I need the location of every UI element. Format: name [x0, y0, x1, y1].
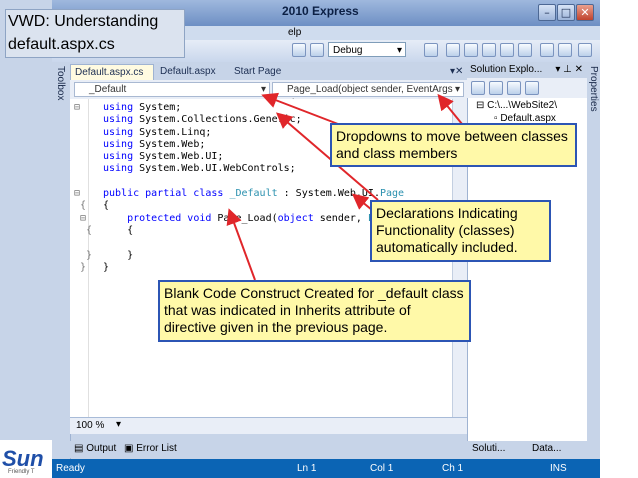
status-col: Col 1: [370, 463, 394, 474]
slide-title: VWD: Understanding default.aspx.cs: [5, 9, 185, 58]
collapse-icon: ⊟: [476, 100, 488, 111]
solution-explorer-icon[interactable]: [464, 43, 478, 57]
code-line-3: System.Linq;: [139, 126, 212, 138]
class-dropdown[interactable]: _Default ▾: [74, 82, 270, 97]
toolbox-icon[interactable]: [500, 43, 514, 57]
status-bar: Ready Ln 1 Col 1 Ch 1 INS: [52, 459, 600, 478]
error-list-tab-label: Error List: [136, 443, 177, 454]
properties-icon[interactable]: [482, 43, 496, 57]
toolbox-tab[interactable]: Toolbox: [55, 66, 66, 100]
slide-title-line-2: default.aspx.cs: [8, 36, 115, 53]
class-name: _Default: [229, 188, 278, 200]
navigation-bar: _Default ▾ Page_Load(object sender, Even…: [70, 80, 467, 109]
code-line-6: System.Web.UI.WebControls;: [139, 163, 296, 175]
window-title: 2010 Express: [282, 4, 359, 18]
pin-icon[interactable]: ▾ ⊥ ✕: [555, 62, 583, 78]
chevron-down-icon[interactable]: ▾: [116, 419, 121, 430]
chevron-down-icon: ▾: [260, 84, 266, 95]
output-tab-label: Output: [86, 443, 117, 454]
database-tab-label: Data...: [532, 443, 562, 454]
code-line-1: System;: [139, 102, 182, 113]
properties-icon[interactable]: [471, 81, 485, 95]
tree-root-label: C:\...\WebSite2\: [487, 100, 558, 111]
callout-declarations: Declarations Indicating Functionality (c…: [370, 200, 551, 262]
error-list-tab[interactable]: ▣ Error List: [124, 443, 177, 454]
zoom-bar: 100 % ▾: [70, 417, 467, 434]
solution-config-dropdown[interactable]: Debug ▾: [328, 42, 406, 57]
panel-title: Solution Explo...: [470, 64, 543, 75]
find-icon[interactable]: [424, 43, 438, 57]
output-tab[interactable]: ▤ Output: [74, 443, 116, 454]
logo: Sun Friendly T: [0, 440, 52, 478]
tab-label: Default.aspx.cs: [75, 67, 144, 78]
properties-strip: [587, 62, 600, 441]
refresh-icon[interactable]: [507, 81, 521, 95]
view-code-icon[interactable]: [525, 81, 539, 95]
status-ins: INS: [550, 463, 567, 474]
menu-item-help[interactable]: elp: [288, 27, 301, 38]
options-icon[interactable]: [578, 43, 592, 57]
logo-tagline: Friendly T: [8, 469, 35, 475]
code-line-5: System.Web.UI;: [139, 151, 224, 163]
outdent-icon[interactable]: [558, 43, 572, 57]
outline-markers: ⊟ ⊟ { ⊟ { } }: [74, 102, 93, 273]
maximize-button[interactable]: □: [557, 4, 575, 21]
status-ch: Ch 1: [442, 463, 464, 474]
close-button[interactable]: ✕: [576, 4, 594, 21]
tab-label: Start Page: [234, 66, 282, 77]
bottom-tool-tabs: ▤ Output ▣ Error List Soluti... Data...: [70, 441, 600, 458]
code-line-2: System.Collections.Generic;: [139, 114, 302, 126]
document-tabs: Default.aspx.cs ✕ Default.aspx Start Pag…: [70, 62, 467, 94]
member-dropdown[interactable]: Page_Load(object sender, EventArgs e) ▾: [272, 82, 464, 109]
minimize-button[interactable]: –: [538, 4, 556, 21]
status-ready: Ready: [56, 463, 85, 474]
indent-icon[interactable]: [540, 43, 554, 57]
properties-tab[interactable]: Properties: [588, 66, 599, 112]
class-dropdown-value: _Default: [89, 84, 127, 95]
zoom-level[interactable]: 100 %: [76, 420, 104, 431]
tab-label: Default.aspx: [160, 66, 216, 77]
tab-start-page[interactable]: Start Page: [230, 64, 300, 80]
solution-tab-label: Soluti...: [472, 443, 506, 454]
code-line-4: System.Web;: [139, 138, 206, 150]
callout-blank-construct: Blank Code Construct Created for _defaul…: [158, 280, 471, 342]
show-all-files-icon[interactable]: [489, 81, 503, 95]
toolbox-strip: [52, 62, 71, 478]
config-value: Debug: [333, 45, 363, 56]
slide-title-line-1: VWD: Understanding: [8, 13, 159, 30]
tree-root[interactable]: ⊟ C:\...\WebSite2\: [476, 100, 557, 111]
database-explorer-tab[interactable]: Data...: [532, 443, 561, 454]
comment-icon[interactable]: [518, 43, 532, 57]
solution-explorer-header: Solution Explo... ▾ ⊥ ✕: [467, 62, 587, 78]
solution-explorer-toolbar: [467, 78, 587, 98]
status-line: Ln 1: [297, 463, 317, 474]
tab-default-aspx-cs[interactable]: Default.aspx.cs ✕: [70, 64, 154, 94]
solution-explorer-tab[interactable]: Soluti...: [472, 443, 505, 454]
start-debugging-icon[interactable]: [292, 43, 306, 57]
tab-default-aspx[interactable]: Default.aspx: [156, 64, 230, 80]
chevron-down-icon: ▾: [454, 84, 460, 95]
chevron-down-icon: ▾: [396, 45, 402, 56]
window-layout-icon[interactable]: [446, 43, 460, 57]
tab-overflow-icon[interactable]: ▾✕: [446, 64, 466, 80]
callout-dropdowns: Dropdowns to move between classes and cl…: [330, 123, 577, 167]
run-icon[interactable]: [310, 43, 324, 57]
